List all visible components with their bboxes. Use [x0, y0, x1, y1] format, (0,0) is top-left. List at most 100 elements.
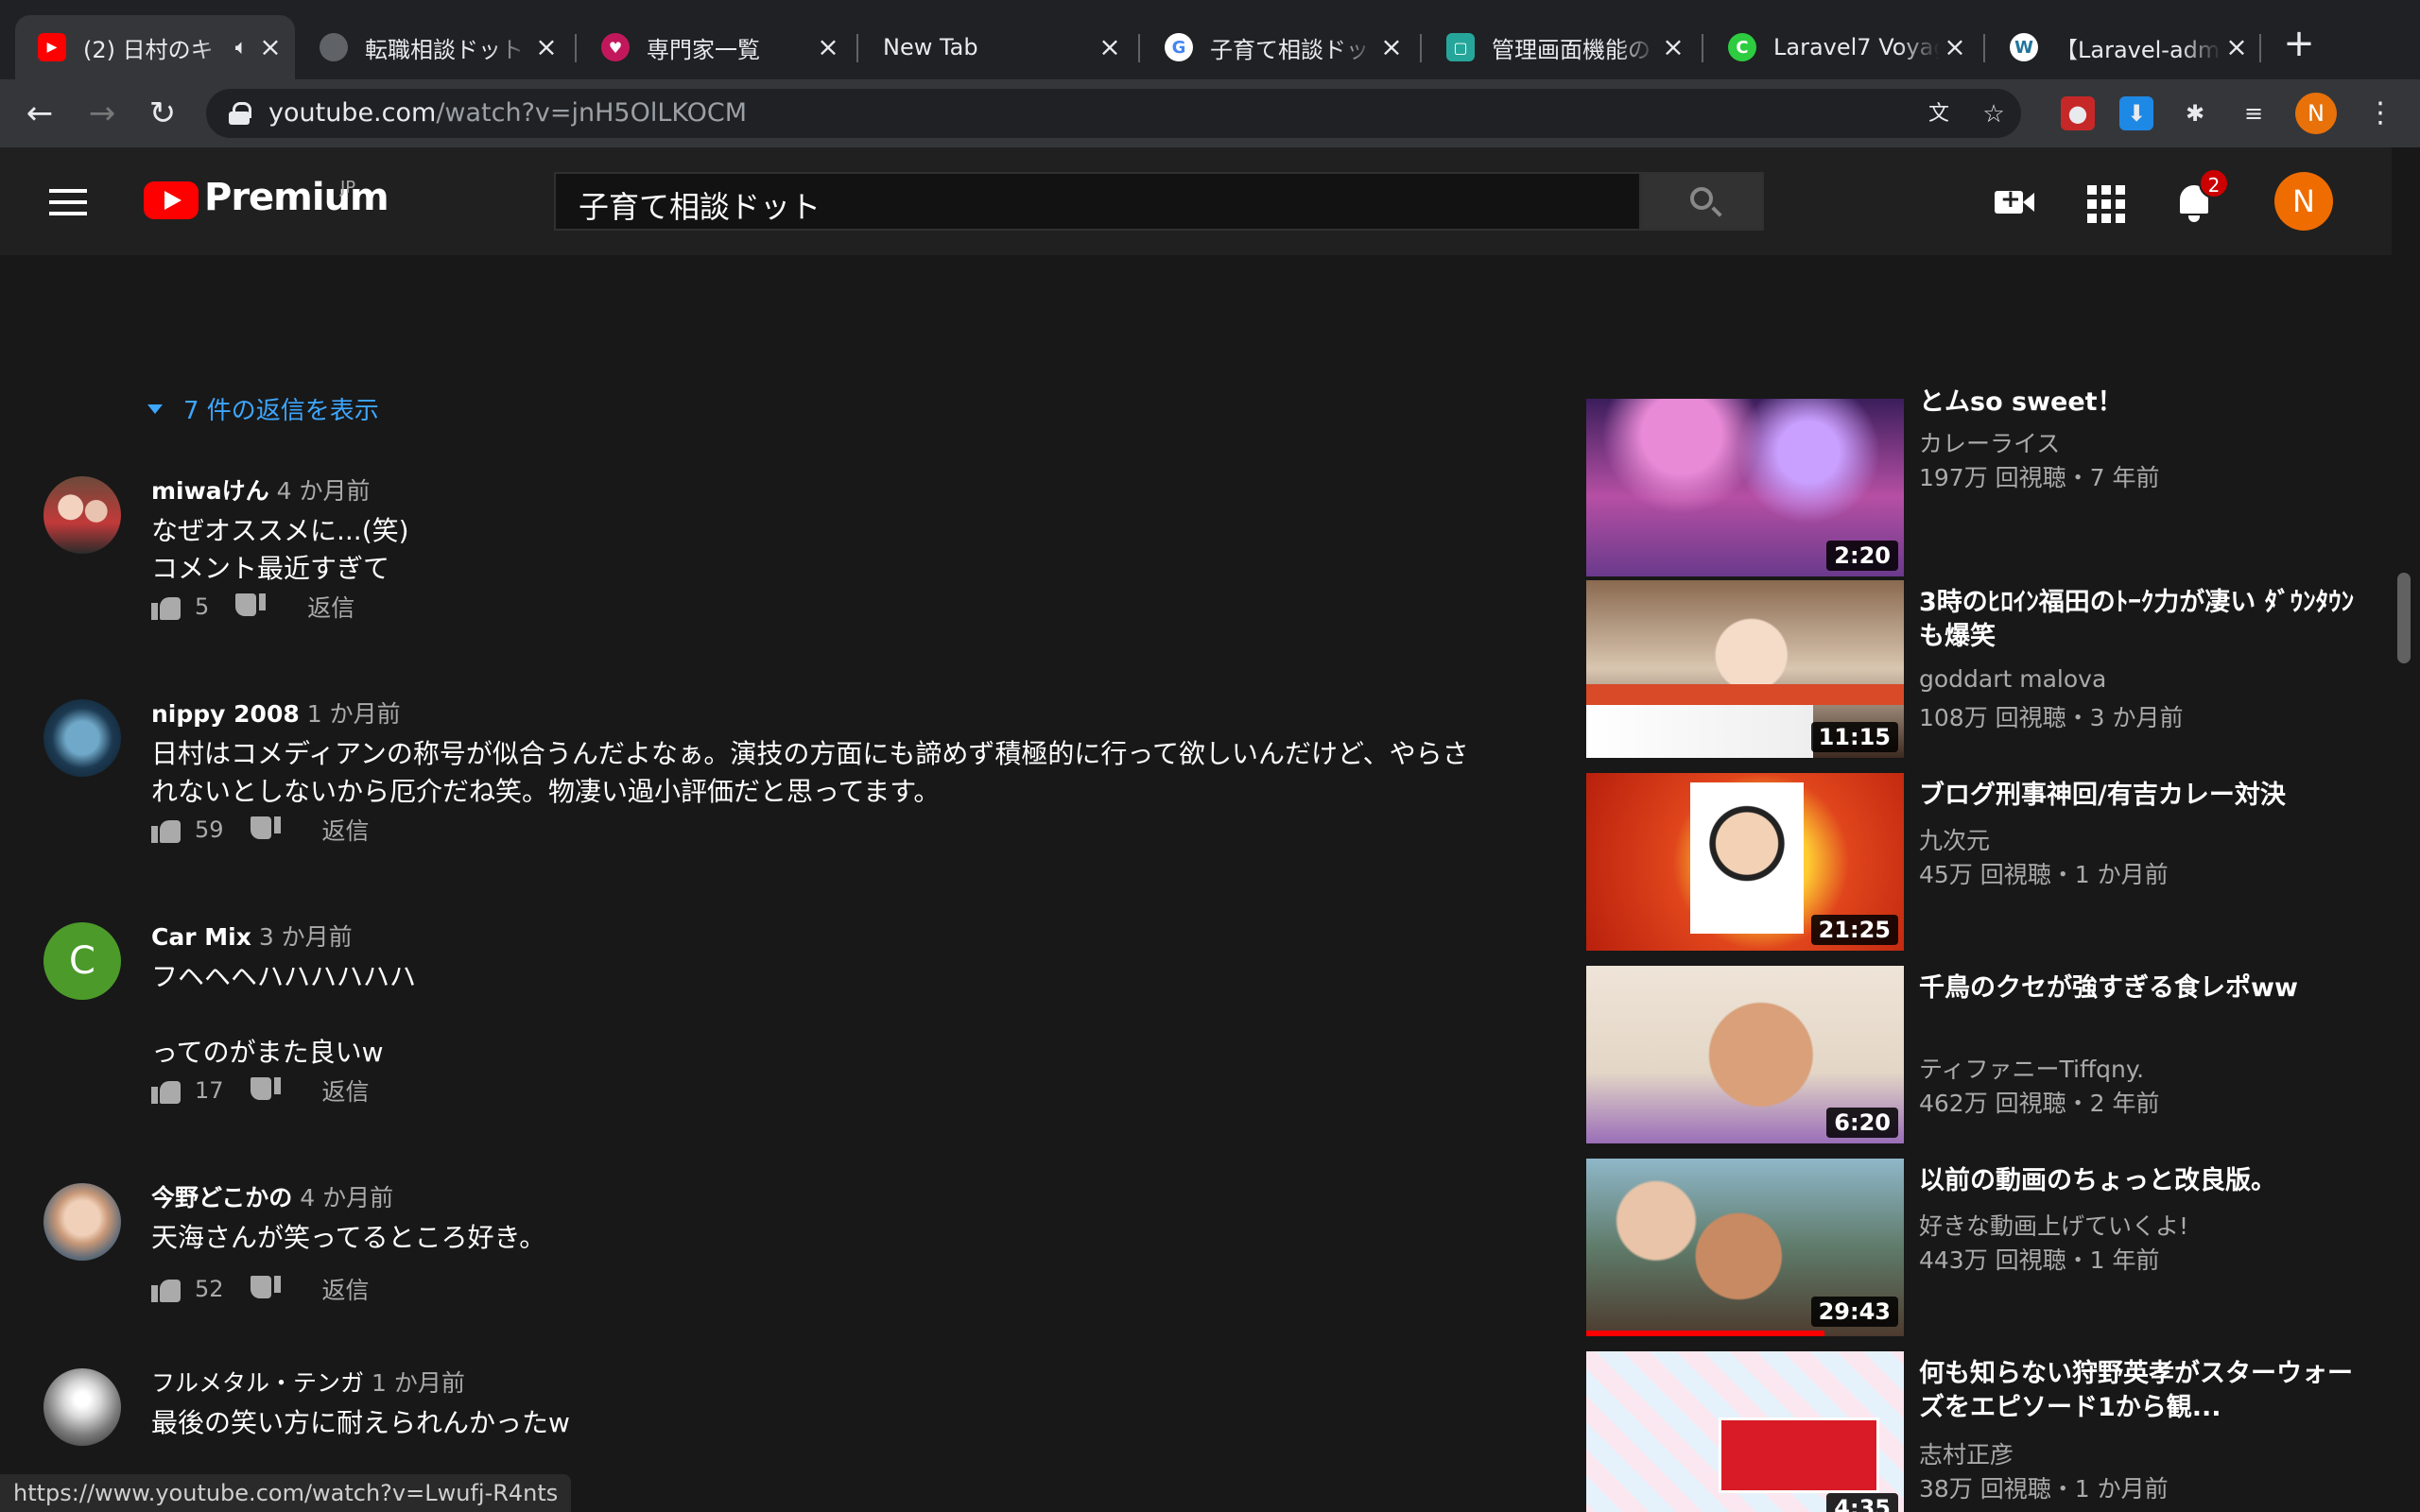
channel-name[interactable]: 志村正彦 — [1919, 1436, 2014, 1470]
hamburger-menu-icon[interactable] — [49, 189, 87, 215]
comment-author[interactable]: nippy 2008 — [151, 700, 300, 728]
watched-progress-bar — [1586, 1331, 1824, 1336]
download-extension-icon[interactable]: ⬇ — [2119, 96, 2153, 130]
channel-name[interactable]: カレーライス — [1919, 425, 2060, 459]
related-video[interactable]: 29:43 以前の動画のちょっと改良版。 好きな動画上げていくよ! 443万 回… — [1586, 1159, 2371, 1338]
close-tab-icon[interactable]: × — [2221, 32, 2252, 62]
comment-author[interactable]: Car Mix — [151, 923, 251, 951]
tab-separator — [1702, 34, 1703, 62]
like-thumb-icon[interactable] — [151, 593, 182, 620]
video-thumbnail[interactable]: 2:20 — [1586, 399, 1904, 576]
related-video[interactable]: 6:20 千鳥のクセが強すぎる食レポww ティファニーTiffqny. 462万… — [1586, 966, 2371, 1145]
dislike-thumb-icon[interactable] — [250, 1276, 281, 1302]
back-arrow-icon[interactable]: ← — [19, 93, 60, 134]
forward-arrow-icon[interactable]: → — [81, 93, 123, 134]
youtube-logo-icon[interactable] — [144, 181, 199, 219]
more-menu-icon[interactable]: ⋮ — [2360, 93, 2401, 134]
address-bar[interactable]: youtube.com/watch?v=jnH5OlLKOCM 文 ☆ — [206, 89, 2021, 138]
speaker-icon[interactable]: 🔈︎ — [235, 36, 248, 60]
video-thumbnail[interactable]: 11:15 — [1586, 580, 1904, 758]
tab-new-tab[interactable]: New Tab × — [860, 15, 1134, 79]
related-video[interactable]: 21:25 ブログ刑事神回/有吉カレー対決 九次元 45万 回視聴・1 か月前 — [1586, 773, 2371, 953]
close-tab-icon[interactable]: × — [255, 32, 285, 62]
extensions-puzzle-icon[interactable]: ✱ — [2178, 96, 2212, 130]
new-tab-button[interactable]: + — [2278, 23, 2320, 64]
apps-grid-icon[interactable] — [2083, 181, 2127, 225]
page-scrollbar[interactable] — [2392, 147, 2420, 1512]
tab-youtube[interactable]: ▶ (2) 日村のキ 🔈︎ × — [15, 15, 295, 79]
search-input[interactable]: 子育て相談ドット — [554, 172, 1641, 231]
video-title[interactable]: 千鳥のクセが強すぎる食レポww — [1919, 971, 2363, 1005]
like-thumb-icon[interactable] — [151, 1276, 182, 1302]
comment-time[interactable]: 4 か月前 — [277, 477, 371, 505]
tab-experts[interactable]: ♥ 専門家一覧 × — [579, 15, 853, 79]
video-thumbnail[interactable]: 21:25 — [1586, 773, 1904, 951]
close-tab-icon[interactable]: × — [1095, 32, 1125, 62]
account-avatar[interactable]: N — [2274, 172, 2333, 231]
reply-button[interactable]: 返信 — [322, 813, 370, 847]
tab-title: (2) 日村のキ — [83, 36, 214, 63]
dislike-thumb-icon[interactable] — [250, 1077, 281, 1104]
profile-avatar[interactable]: N — [2295, 93, 2337, 134]
comment-author[interactable]: フルメタル・テンガ — [151, 1369, 364, 1397]
close-tab-icon[interactable]: × — [531, 32, 562, 62]
video-title[interactable]: 以前の動画のちょっと改良版。 — [1919, 1164, 2363, 1198]
video-thumbnail[interactable]: 6:20 — [1586, 966, 1904, 1143]
reply-button[interactable]: 返信 — [307, 590, 354, 624]
comment-author[interactable]: 今野どこかの — [151, 1184, 292, 1211]
close-tab-icon[interactable]: × — [1658, 32, 1688, 62]
close-tab-icon[interactable]: × — [1376, 32, 1407, 62]
video-title[interactable]: 何も知らない狩野英孝がスターウォーズをエピソード1から観... — [1919, 1357, 2363, 1425]
show-replies-button[interactable]: 7 件の返信を表示 — [147, 391, 379, 426]
media-control-icon[interactable]: ≡ — [2237, 96, 2271, 130]
dislike-thumb-icon[interactable] — [235, 593, 267, 620]
avatar[interactable] — [43, 699, 121, 777]
video-title[interactable]: 3時のﾋﾛｲﾝ福田のﾄｰｸ力が凄い ﾀﾞｳﾝﾀｳﾝも爆笑 — [1919, 586, 2363, 654]
like-thumb-icon[interactable] — [151, 816, 182, 843]
related-video[interactable]: 4:35 何も知らない狩野英孝がスターウォーズをエピソード1から観... 志村正… — [1586, 1351, 2371, 1512]
avatar[interactable] — [43, 476, 121, 554]
voyager-icon: C — [1728, 33, 1756, 61]
comment-time[interactable]: 4 か月前 — [300, 1184, 393, 1211]
video-thumbnail[interactable]: 4:35 — [1586, 1351, 1904, 1512]
comment-time[interactable]: 3 か月前 — [259, 923, 353, 951]
translate-icon[interactable]: 文 — [1925, 100, 1953, 129]
channel-name[interactable]: ティファニーTiffqny. — [1919, 1051, 2144, 1085]
bookmark-star-icon[interactable]: ☆ — [1979, 100, 2008, 129]
url-text[interactable]: youtube.com/watch?v=jnH5OlLKOCM — [268, 98, 747, 128]
create-video-icon[interactable] — [1993, 181, 2036, 225]
avatar[interactable]: C — [43, 922, 121, 1000]
close-tab-icon[interactable]: × — [813, 32, 843, 62]
tab-laravel-admin[interactable]: W 【Laravel-adm × — [1987, 15, 2261, 79]
related-video[interactable]: 2:20 とムso sweet！ カレーライス 197万 回視聴・7 年前 — [1586, 387, 2371, 578]
channel-name[interactable]: 九次元 — [1919, 822, 1990, 856]
extension-lastpass-icon[interactable]: ● — [2061, 96, 2095, 130]
related-video[interactable]: 11:15 3時のﾋﾛｲﾝ福田のﾄｰｸ力が凄い ﾀﾞｳﾝﾀｳﾝも爆笑 godda… — [1586, 580, 2371, 760]
comment-time[interactable]: 1 か月前 — [372, 1369, 465, 1397]
scrollbar-thumb[interactable] — [2397, 573, 2411, 663]
video-title[interactable]: ブログ刑事神回/有吉カレー対決 — [1919, 779, 2363, 813]
channel-name[interactable]: goddart malova — [1919, 665, 2106, 693]
video-title[interactable]: とムso sweet！ — [1919, 386, 2363, 420]
reply-button[interactable]: 返信 — [322, 1074, 370, 1108]
avatar[interactable] — [43, 1183, 121, 1261]
video-thumbnail[interactable]: 29:43 — [1586, 1159, 1904, 1336]
comment-author[interactable]: miwaけん — [151, 477, 269, 505]
like-thumb-icon[interactable] — [151, 1077, 182, 1104]
youtube-masthead: Premium JP 子育て相談ドット 2 N — [0, 147, 2392, 255]
close-tab-icon[interactable]: × — [1940, 32, 1970, 62]
channel-name[interactable]: 好きな動画上げていくよ! — [1919, 1208, 2188, 1242]
doc-icon: ▢ — [1446, 33, 1475, 61]
avatar[interactable] — [43, 1368, 121, 1446]
search-button[interactable] — [1641, 172, 1764, 231]
tab-admin[interactable]: ▢ 管理画面機能の × — [1424, 15, 1698, 79]
tab-tenshoku[interactable]: 転職相談ドット × — [297, 15, 571, 79]
tab-voyager[interactable]: C Laravel7 Voyag × — [1705, 15, 1979, 79]
comment-time[interactable]: 1 か月前 — [307, 700, 401, 728]
dislike-thumb-icon[interactable] — [250, 816, 281, 843]
lock-icon[interactable] — [229, 102, 251, 125]
reply-button[interactable]: 返信 — [322, 1272, 370, 1306]
reload-icon[interactable]: ↻ — [142, 93, 183, 134]
youtube-brand[interactable]: Premium — [204, 176, 389, 219]
tab-kosodate[interactable]: G 子育て相談ドッ × — [1142, 15, 1416, 79]
